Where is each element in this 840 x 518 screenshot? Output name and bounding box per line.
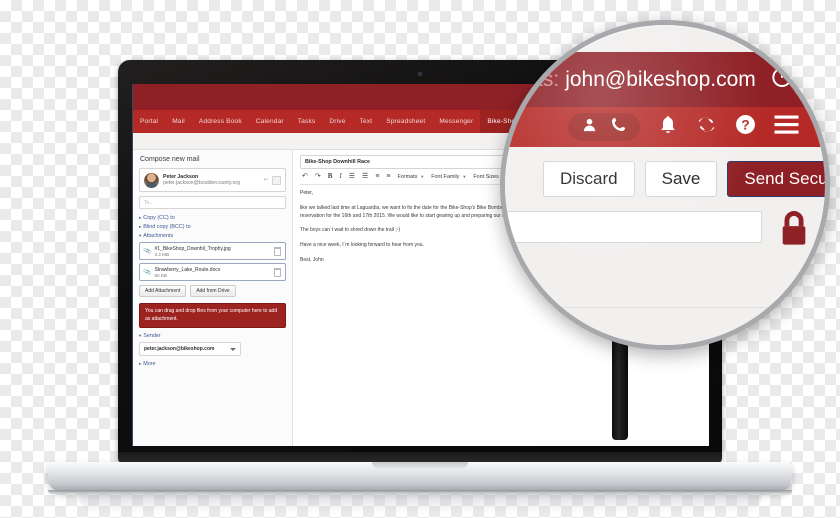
- magnified-login-prefix: in as:: [509, 67, 560, 91]
- font-family-dropdown[interactable]: Font Family ▼: [431, 174, 466, 180]
- delete-attachment-icon[interactable]: [274, 267, 281, 277]
- recipient-text: Peter Jackson peter.jackson@bouldercount…: [163, 174, 260, 187]
- sender-select[interactable]: peter.jackson@bikeshop.com: [139, 342, 241, 356]
- nav-tab-address-book[interactable]: Address Book: [192, 110, 249, 133]
- redo-icon[interactable]: ↷: [315, 173, 321, 180]
- menu-icon[interactable]: [774, 114, 799, 140]
- more-toggle-link[interactable]: More: [139, 361, 286, 367]
- magnifier-lens: in as: john@bikeshop.com ? Discard Save …: [500, 20, 830, 350]
- attachments-toggle-link[interactable]: Attachments: [139, 233, 286, 239]
- avatar: [144, 172, 159, 188]
- contact-icon[interactable]: [582, 117, 597, 137]
- magnified-contact-phone-pill: [568, 113, 640, 141]
- delete-attachment-icon[interactable]: [274, 246, 281, 256]
- bcc-toggle-link[interactable]: Blind copy (BCC) to: [139, 224, 286, 230]
- lock-icon: [777, 209, 811, 254]
- italic-button[interactable]: I: [339, 173, 341, 180]
- nav-tab-spreadsheet[interactable]: Spreadsheet: [379, 110, 432, 133]
- laptop-reflection: [78, 494, 762, 514]
- subject-value: Bike-Shop Downhill Race: [305, 159, 370, 165]
- add-from-drive-button[interactable]: Add from Drive: [190, 285, 236, 297]
- magnified-navbar: ?: [505, 107, 825, 147]
- help-icon[interactable]: ?: [735, 114, 756, 140]
- magnified-login-email: john@bikeshop.com: [565, 67, 756, 91]
- page-title: Compose new mail: [140, 156, 200, 163]
- send-secure-button[interactable]: Send Secure: [727, 161, 825, 197]
- chevron-down-icon: ▼: [420, 174, 425, 179]
- bold-button[interactable]: B: [328, 173, 333, 180]
- recipient-input[interactable]: To...: [139, 196, 286, 209]
- save-button[interactable]: Save: [644, 161, 718, 197]
- nav-tab-messenger[interactable]: Messenger: [432, 110, 480, 133]
- nav-tab-list: Portal Mail Address Book Calendar Tasks …: [133, 110, 565, 133]
- magnified-topbar: in as: john@bikeshop.com: [505, 52, 825, 107]
- magnified-button-row: Discard Save Send Secure: [543, 161, 825, 197]
- laptop-base: [48, 462, 792, 492]
- phone-icon[interactable]: [611, 117, 626, 137]
- font-sizes-label: Font Sizes: [473, 173, 499, 180]
- undo-icon[interactable]: ↶: [302, 173, 308, 180]
- nav-tab-drive[interactable]: Drive: [322, 110, 352, 133]
- attachment-dropzone[interactable]: You can drag and drop files from your co…: [139, 303, 286, 328]
- attachment-button-row: Add Attachment Add from Drive: [139, 285, 286, 297]
- chevron-down-icon: ▼: [462, 174, 467, 179]
- nav-tab-portal[interactable]: Portal: [133, 110, 165, 133]
- paperclip-icon: 📎: [143, 268, 153, 277]
- power-icon[interactable]: [769, 64, 795, 95]
- magnified-action-bar: Discard Save Send Secure: [505, 147, 825, 345]
- magnifier-content: in as: john@bikeshop.com ? Discard Save …: [505, 25, 825, 345]
- nav-tab-calendar[interactable]: Calendar: [249, 110, 291, 133]
- indent-icon[interactable]: ≡: [386, 173, 390, 180]
- attachment-item[interactable]: 📎 #1_BikeShop_Downhil_Trophy.jpg 3.2 MB: [139, 242, 286, 260]
- attachment-text: #1_BikeShop_Downhil_Trophy.jpg 3.2 MB: [154, 246, 271, 257]
- attachment-size: 50 KB: [154, 272, 167, 278]
- chevron-down-icon: [230, 347, 236, 351]
- sender-toggle-link[interactable]: Sender: [139, 333, 286, 339]
- paperclip-icon: 📎: [143, 247, 153, 256]
- sync-icon[interactable]: [696, 114, 717, 140]
- nav-tab-mail[interactable]: Mail: [165, 110, 192, 133]
- recipient-email: peter.jackson@bouldercounty.org: [163, 180, 240, 186]
- svg-text:?: ?: [741, 117, 749, 132]
- magnified-input-field[interactable]: [505, 211, 762, 243]
- webcam-icon: [418, 72, 422, 76]
- recipient-input-placeholder: To...: [144, 199, 154, 206]
- remove-recipient-icon[interactable]: [272, 175, 281, 185]
- bullet-list-icon[interactable]: ☰: [349, 173, 355, 180]
- magnified-divider: [535, 307, 815, 308]
- compose-left-pane: Compose new mail Peter Jackson peter.jac…: [133, 150, 293, 446]
- formats-dropdown[interactable]: Formats ▼: [398, 174, 425, 180]
- cc-toggle-link[interactable]: Copy (CC) to: [139, 215, 286, 221]
- nav-tab-text[interactable]: Text: [353, 110, 380, 133]
- add-attachment-button[interactable]: Add Attachment: [139, 285, 187, 297]
- outdent-icon[interactable]: ≡: [375, 173, 379, 180]
- discard-button[interactable]: Discard: [543, 161, 635, 197]
- recipient-chip[interactable]: Peter Jackson peter.jackson@bouldercount…: [139, 168, 286, 192]
- font-family-label: Font Family: [431, 173, 460, 180]
- number-list-icon[interactable]: ☰: [362, 173, 368, 180]
- edit-recipient-icon[interactable]: ↩: [264, 177, 268, 183]
- nav-tab-tasks[interactable]: Tasks: [291, 110, 323, 133]
- attachment-text: Strawberry_Lake_Route.docx 50 KB: [154, 267, 271, 278]
- formats-label: Formats: [397, 173, 418, 180]
- attachment-item[interactable]: 📎 Strawberry_Lake_Route.docx 50 KB: [139, 263, 286, 281]
- bell-icon[interactable]: [658, 115, 678, 140]
- attachment-size: 3.2 MB: [154, 251, 170, 257]
- sender-select-value: peter.jackson@bikeshop.com: [144, 346, 215, 352]
